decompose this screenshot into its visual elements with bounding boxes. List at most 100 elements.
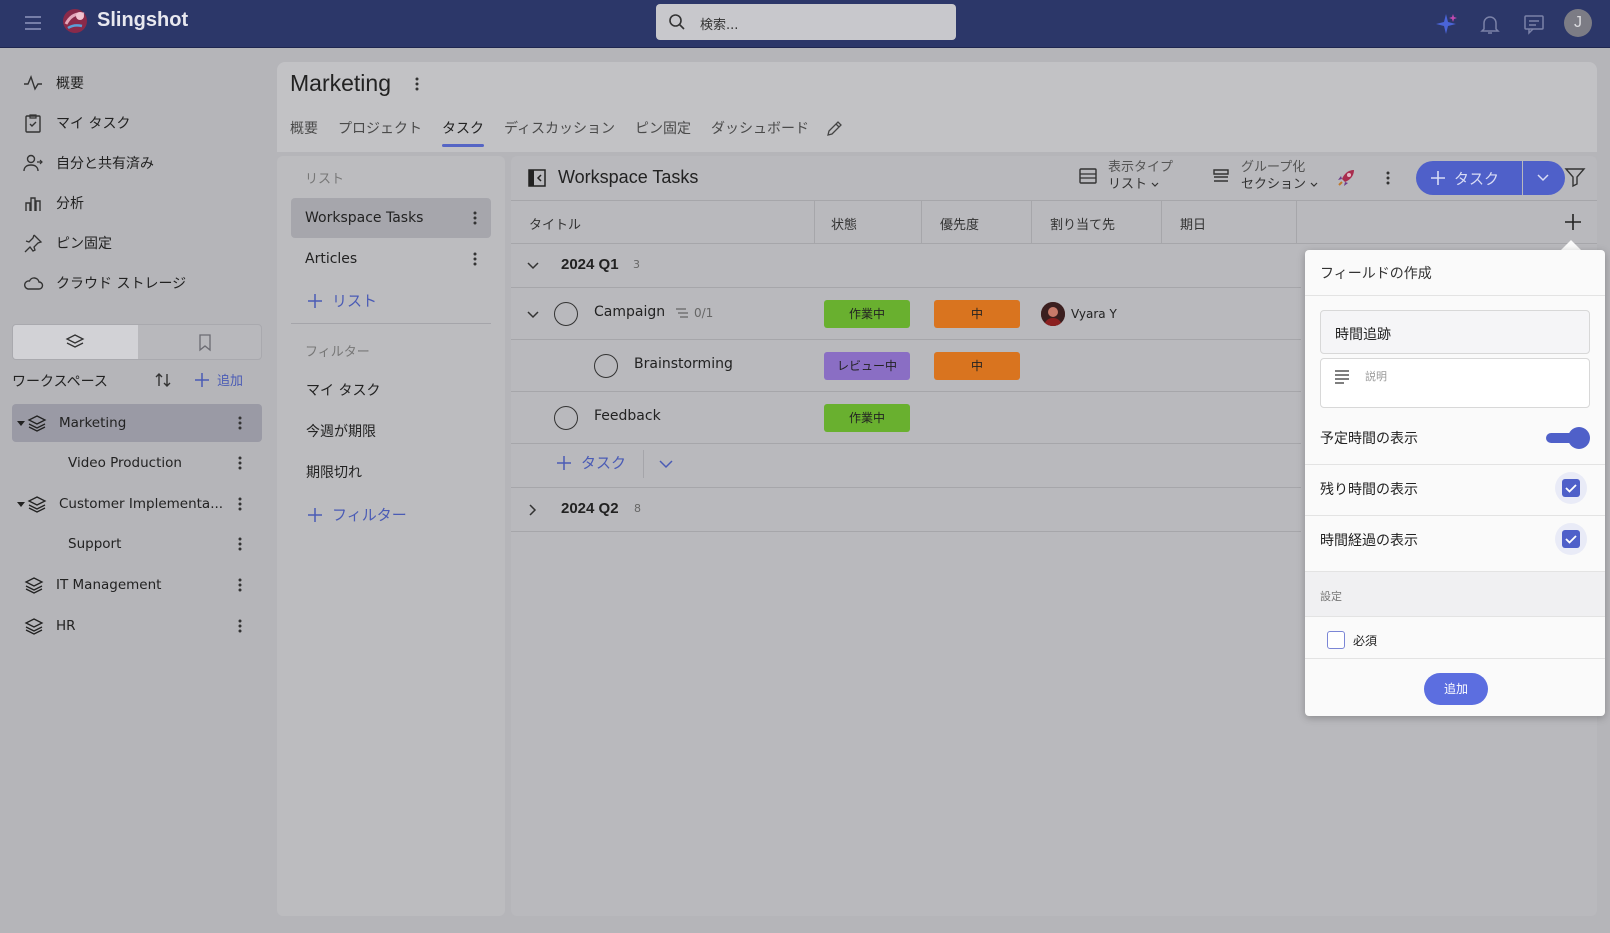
hamburger-menu-icon[interactable] xyxy=(22,12,44,34)
plus-icon xyxy=(308,293,322,308)
more-vertical-icon[interactable] xyxy=(473,210,477,226)
more-vertical-icon[interactable] xyxy=(238,577,242,593)
view-type-dropdown[interactable]: 表示タイプ リスト xyxy=(1078,159,1173,193)
workspace-item-it-management[interactable]: IT Management xyxy=(12,566,262,604)
add-task-inline-button[interactable]: タスク xyxy=(555,452,626,473)
list-item-articles[interactable]: Articles xyxy=(291,239,491,279)
add-column-icon[interactable] xyxy=(1563,212,1583,232)
nav-item-shared-with-me[interactable]: 自分と共有済み xyxy=(22,150,154,176)
task-complete-checkbox[interactable] xyxy=(594,354,618,378)
assignee[interactable]: Vyara Y xyxy=(1041,302,1117,326)
column-header-title[interactable]: タイトル xyxy=(529,214,581,233)
column-header-status[interactable]: 状態 xyxy=(831,214,857,233)
group-name: 2024 Q1 xyxy=(561,256,619,273)
sort-icon[interactable] xyxy=(153,370,173,390)
more-vertical-icon[interactable] xyxy=(238,618,242,634)
status-badge[interactable]: 作業中 xyxy=(824,300,910,328)
search-box[interactable]: 検索... xyxy=(656,4,956,40)
chevron-right-icon[interactable] xyxy=(526,503,540,517)
filter-item-overdue[interactable]: 期限切れ xyxy=(306,462,362,482)
field-name-input[interactable]: 時間追跡 xyxy=(1320,310,1590,354)
list-item-workspace-tasks[interactable]: Workspace Tasks xyxy=(291,198,491,238)
add-task-dropdown[interactable] xyxy=(1523,161,1565,195)
chevron-down-icon[interactable] xyxy=(526,259,540,273)
group-header-q2[interactable]: 2024 Q2 8 xyxy=(511,488,1301,532)
required-checkbox[interactable] xyxy=(1327,631,1345,649)
tab-dashboard[interactable]: ダッシュボード xyxy=(711,118,809,147)
group-header-q1[interactable]: 2024 Q1 3 xyxy=(511,244,1301,288)
pin-icon xyxy=(22,232,44,254)
status-badge[interactable]: レビュー中 xyxy=(824,352,910,380)
add-field-button[interactable]: 追加 xyxy=(1424,673,1488,705)
shared-user-icon xyxy=(22,152,44,174)
more-vertical-icon[interactable] xyxy=(473,251,477,267)
workspace-item-support[interactable]: Support xyxy=(12,525,262,563)
add-list-button[interactable]: リスト xyxy=(306,290,377,311)
column-header-priority[interactable]: 優先度 xyxy=(940,214,979,233)
remaining-time-checkbox[interactable] xyxy=(1555,472,1587,504)
user-avatar[interactable]: J xyxy=(1564,9,1592,37)
tab-tasks[interactable]: タスク xyxy=(442,118,484,147)
chevron-down-icon[interactable] xyxy=(658,457,674,471)
column-header-assignee[interactable]: 割り当て先 xyxy=(1050,214,1115,233)
column-divider xyxy=(1031,200,1032,244)
add-filter-button[interactable]: フィルター xyxy=(306,504,407,525)
workspace-item-hr[interactable]: HR xyxy=(12,607,262,645)
elapsed-time-checkbox[interactable] xyxy=(1555,523,1587,555)
workspace-label: Support xyxy=(68,536,122,552)
nav-item-my-tasks[interactable]: マイ タスク xyxy=(22,110,130,136)
workspace-item-marketing[interactable]: Marketing xyxy=(12,404,262,442)
nav-item-pinned[interactable]: ピン固定 xyxy=(22,230,112,256)
group-count: 8 xyxy=(634,502,641,515)
collapse-panel-icon[interactable] xyxy=(527,168,547,188)
subtask-icon xyxy=(676,308,688,318)
tab-projects[interactable]: プロジェクト xyxy=(338,118,422,147)
more-vertical-icon[interactable] xyxy=(238,496,242,512)
tab-pinned[interactable]: ピン固定 xyxy=(635,118,691,147)
add-task-button[interactable]: タスク xyxy=(1416,161,1522,195)
rocket-icon[interactable] xyxy=(1334,166,1358,190)
more-vertical-icon[interactable] xyxy=(1386,170,1390,186)
more-vertical-icon[interactable] xyxy=(238,536,242,552)
nav-item-overview[interactable]: 概要 xyxy=(22,70,84,96)
estimated-time-toggle[interactable] xyxy=(1546,427,1590,449)
more-vertical-icon[interactable] xyxy=(238,455,242,471)
divider xyxy=(291,323,491,324)
workspace-item-customer-implementation[interactable]: Customer Implementa... xyxy=(12,485,262,523)
task-row-brainstorming[interactable]: Brainstorming レビュー中 中 xyxy=(511,340,1301,392)
view-type-label: 表示タイプ xyxy=(1108,160,1174,175)
column-divider xyxy=(814,200,815,244)
settings-label: 設定 xyxy=(1320,590,1342,603)
add-workspace-button[interactable]: 追加 xyxy=(193,370,243,389)
group-by-dropdown[interactable]: グループ化 セクション xyxy=(1211,159,1319,193)
column-header-due-date[interactable]: 期日 xyxy=(1180,214,1206,233)
nav-item-cloud-storage[interactable]: クラウド ストレージ xyxy=(22,270,186,296)
priority-badge[interactable]: 中 xyxy=(934,352,1020,380)
workspace-item-video-production[interactable]: Video Production xyxy=(12,444,262,482)
filter-icon[interactable] xyxy=(1564,166,1586,188)
more-vertical-icon[interactable] xyxy=(238,415,242,431)
filter-item-my-tasks[interactable]: マイ タスク xyxy=(306,380,380,400)
tab-discussions[interactable]: ディスカッション xyxy=(504,118,615,147)
layers-icon xyxy=(27,496,47,513)
option-show-elapsed-time: 時間経過の表示 xyxy=(1320,533,1418,549)
nav-item-analytics[interactable]: 分析 xyxy=(22,190,84,216)
status-badge[interactable]: 作業中 xyxy=(824,404,910,432)
bookmark-icon[interactable] xyxy=(195,332,215,352)
pencil-icon[interactable] xyxy=(825,120,843,138)
task-complete-checkbox[interactable] xyxy=(554,406,578,430)
filter-item-due-this-week[interactable]: 今週が期限 xyxy=(306,421,376,441)
chat-icon[interactable] xyxy=(1522,12,1546,36)
tab-overview[interactable]: 概要 xyxy=(290,118,318,147)
task-complete-checkbox[interactable] xyxy=(554,302,578,326)
more-vertical-icon[interactable] xyxy=(415,76,419,92)
description-input[interactable]: 説明 xyxy=(1320,358,1590,408)
task-row-campaign[interactable]: Campaign 0/1 作業中 中 Vyara Y xyxy=(511,288,1301,340)
task-row-feedback[interactable]: Feedback 作業中 xyxy=(511,392,1301,444)
ai-sparkle-icon[interactable] xyxy=(1434,12,1458,36)
column-divider xyxy=(921,200,922,244)
priority-badge[interactable]: 中 xyxy=(934,300,1020,328)
bell-icon[interactable] xyxy=(1478,12,1502,36)
settings-section: 設定 xyxy=(1305,571,1605,617)
chevron-down-icon[interactable] xyxy=(526,308,540,322)
